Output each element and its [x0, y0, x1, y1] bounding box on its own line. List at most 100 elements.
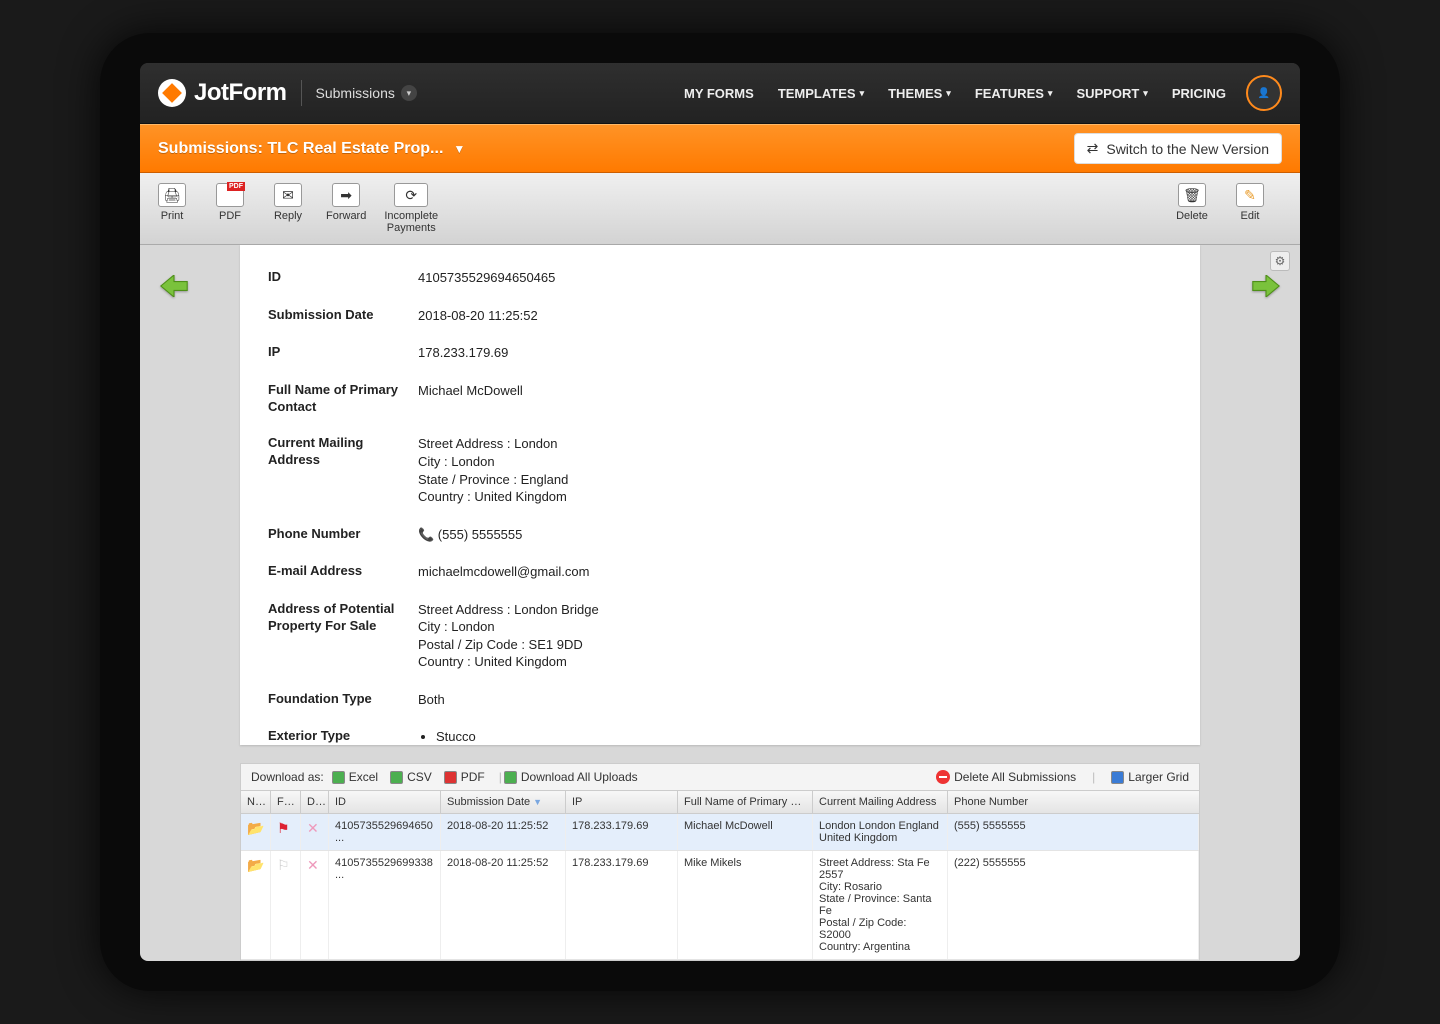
logo-text: JotForm: [194, 79, 287, 107]
delete-label: Delete: [1176, 210, 1208, 222]
csv-icon: [390, 771, 403, 784]
trash-icon: 🗑: [1178, 183, 1206, 207]
printer-icon: 🖨: [158, 183, 186, 207]
pdf-label: PDF: [219, 210, 241, 222]
col-flag[interactable]: Flag: [271, 791, 301, 813]
logo[interactable]: JotForm: [158, 79, 287, 107]
table-row[interactable]: 📂 ⚑ ✕ 4105735529694650... 2018-08-20 11:…: [241, 814, 1199, 851]
edit-button[interactable]: ✎ Edit: [1230, 183, 1270, 234]
forward-button[interactable]: ➡ Forward: [326, 183, 366, 234]
field-value-ip: 178.233.179.69: [418, 344, 1172, 362]
col-del[interactable]: Del: [301, 791, 329, 813]
screen: JotForm Submissions ▾ MY FORMS TEMPLATES…: [140, 63, 1300, 961]
field-value-name: Michael McDowell: [418, 382, 1172, 416]
switch-version-button[interactable]: ⇄ Switch to the New Version: [1074, 133, 1282, 164]
divider: [301, 80, 302, 106]
content-area: ⚙ ID4105735529694650465 Submission Date2…: [140, 245, 1300, 961]
next-submission-button[interactable]: [1252, 275, 1280, 297]
field-value-id: 4105735529694650465: [418, 269, 1172, 287]
tablet-frame: JotForm Submissions ▾ MY FORMS TEMPLATES…: [100, 33, 1340, 991]
field-label-exterior: Exterior Type: [268, 728, 418, 745]
field-label-mailing: Current Mailing Address: [268, 435, 418, 505]
pdf-icon: [444, 771, 457, 784]
chevron-down-icon: ▾: [860, 88, 865, 99]
cell-flag[interactable]: ⚑: [271, 814, 301, 850]
cell-phone: (222) 5555555: [948, 851, 1199, 959]
chevron-down-icon: ▾: [401, 85, 417, 101]
col-addr[interactable]: Current Mailing Address: [813, 791, 948, 813]
field-label-property: Address of Potential Property For Sale: [268, 601, 418, 671]
refresh-icon: ⟳: [394, 183, 428, 207]
chevron-down-icon: ▾: [1143, 88, 1148, 99]
cell-new[interactable]: 📂: [241, 814, 271, 850]
nav-myforms[interactable]: MY FORMS: [684, 86, 754, 101]
field-label-id: ID: [268, 269, 418, 287]
arrow-left-icon: [160, 275, 188, 297]
cell-name: Michael McDowell: [678, 814, 813, 850]
download-as-label: Download as:: [251, 770, 324, 784]
pdf-button[interactable]: PDF: [210, 183, 250, 234]
arrow-right-icon: [1252, 275, 1280, 297]
larger-grid-button[interactable]: Larger Grid: [1111, 770, 1189, 784]
nav-templates[interactable]: TEMPLATES▾: [778, 86, 864, 101]
cell-ip: 178.233.179.69: [566, 814, 678, 850]
delete-button[interactable]: 🗑 Delete: [1172, 183, 1212, 234]
col-name[interactable]: Full Name of Primary Co...: [678, 791, 813, 813]
nav-themes[interactable]: THEMES▾: [888, 86, 951, 101]
col-new[interactable]: New: [241, 791, 271, 813]
nav-section-dropdown[interactable]: Submissions ▾: [316, 85, 417, 101]
col-ip[interactable]: IP: [566, 791, 678, 813]
forward-icon: ➡: [332, 183, 360, 207]
toolbar: 🖨 Print PDF ✉ Reply ➡ Forward ⟳ Incomple…: [140, 173, 1300, 245]
top-navbar: JotForm Submissions ▾ MY FORMS TEMPLATES…: [140, 63, 1300, 124]
download-excel-button[interactable]: Excel: [332, 770, 378, 784]
reply-button[interactable]: ✉ Reply: [268, 183, 308, 234]
table-row[interactable]: 📂 ⚐ ✕ 4105735529699338... 2018-08-20 11:…: [241, 851, 1199, 960]
cell-del[interactable]: ✕: [301, 851, 329, 959]
reply-label: Reply: [274, 210, 302, 222]
prev-submission-button[interactable]: [160, 275, 188, 297]
switch-version-label: Switch to the New Version: [1106, 141, 1269, 157]
col-date[interactable]: Submission Date▼: [441, 791, 566, 813]
download-icon: [504, 771, 517, 784]
avatar[interactable]: 👤: [1246, 75, 1282, 111]
expand-icon: [1111, 771, 1124, 784]
cell-id: 4105735529694650...: [329, 814, 441, 850]
nav-support[interactable]: SUPPORT▾: [1076, 86, 1147, 101]
forward-label: Forward: [326, 210, 366, 222]
cell-id: 4105735529699338...: [329, 851, 441, 959]
envelope-open-icon: 📂: [247, 820, 264, 836]
nav-pricing[interactable]: PRICING: [1172, 86, 1226, 101]
page-header-bar: Submissions: TLC Real Estate Prop... ▼ ⇄…: [140, 124, 1300, 173]
envelope-icon: ✉: [274, 183, 302, 207]
field-value-property: Street Address : London BridgeCity : Lon…: [418, 601, 1172, 671]
cell-phone: (555) 5555555: [948, 814, 1199, 850]
field-value-date: 2018-08-20 11:25:52: [418, 307, 1172, 325]
download-strip: Download as: Excel CSV PDF | Download Al…: [240, 763, 1200, 791]
incomplete-payments-button[interactable]: ⟳ Incomplete Payments: [384, 183, 438, 234]
submission-detail-card: ID4105735529694650465 Submission Date201…: [240, 245, 1200, 745]
field-label-email: E-mail Address: [268, 563, 418, 581]
print-label: Print: [161, 210, 184, 222]
logo-icon: [158, 79, 186, 107]
swap-icon: ⇄: [1087, 140, 1099, 157]
print-button[interactable]: 🖨 Print: [152, 183, 192, 234]
download-pdf-button[interactable]: PDF: [444, 770, 485, 784]
envelope-open-icon: 📂: [247, 857, 264, 873]
field-label-foundation: Foundation Type: [268, 691, 418, 709]
settings-gear-button[interactable]: ⚙: [1270, 251, 1290, 271]
cell-flag[interactable]: ⚐: [271, 851, 301, 959]
col-id[interactable]: ID: [329, 791, 441, 813]
chevron-down-icon: ▾: [946, 88, 951, 99]
field-label-date: Submission Date: [268, 307, 418, 325]
delete-all-submissions-button[interactable]: Delete All Submissions: [936, 770, 1076, 784]
close-icon: ✕: [307, 820, 319, 836]
page-title-dropdown[interactable]: Submissions: TLC Real Estate Prop... ▼: [158, 140, 465, 158]
nav-section-label: Submissions: [316, 85, 395, 101]
nav-features[interactable]: FEATURES▾: [975, 86, 1053, 101]
download-csv-button[interactable]: CSV: [390, 770, 432, 784]
cell-del[interactable]: ✕: [301, 814, 329, 850]
col-phone[interactable]: Phone Number: [948, 791, 1199, 813]
download-all-uploads-button[interactable]: Download All Uploads: [504, 770, 638, 784]
cell-new[interactable]: 📂: [241, 851, 271, 959]
